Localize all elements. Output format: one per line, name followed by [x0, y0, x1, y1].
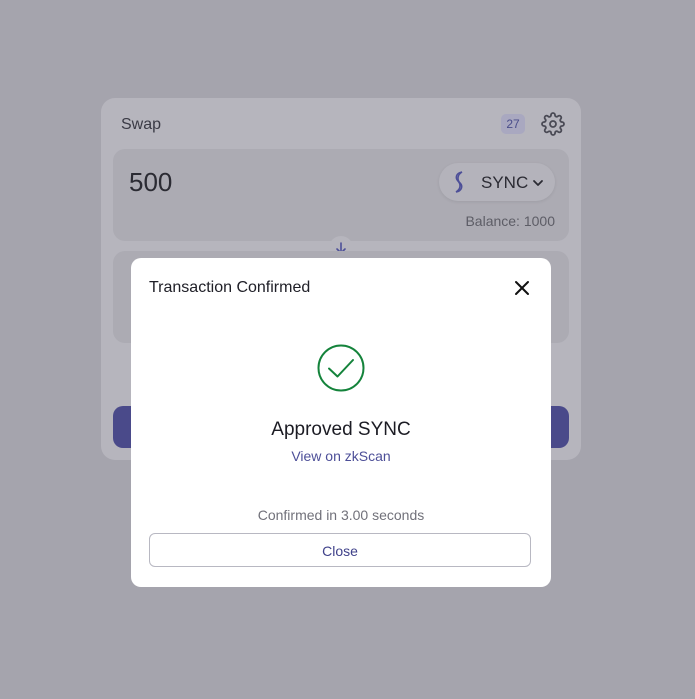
gear-icon[interactable] — [541, 112, 565, 136]
check-circle-icon — [317, 344, 365, 392]
confirmation-time-text: Confirmed in 3.00 seconds — [257, 507, 425, 523]
swap-header: Swap 27 — [121, 112, 565, 136]
swap-title: Swap — [121, 116, 162, 133]
chevron-down-icon — [533, 180, 543, 186]
close-button[interactable]: Close — [149, 533, 531, 567]
sync-token-icon — [455, 171, 463, 193]
modal-title: Transaction Confirmed — [149, 279, 311, 296]
token-select-button[interactable]: SYNC — [439, 163, 555, 201]
block-number-badge[interactable]: 27 — [501, 114, 525, 134]
swap-amount-input[interactable]: 500 — [129, 167, 172, 198]
swap-input-panel: 500 SYNC Balance: 1000 — [113, 149, 569, 241]
token-balance: Balance: 1000 — [465, 213, 555, 229]
close-icon[interactable] — [513, 279, 531, 297]
approved-status-text: Approved SYNC — [271, 419, 411, 440]
transaction-confirmed-modal: Transaction Confirmed Approved SYNC View… — [131, 258, 551, 587]
token-symbol: SYNC — [481, 173, 529, 192]
view-on-zkscan-link[interactable]: View on zkScan — [131, 448, 551, 464]
